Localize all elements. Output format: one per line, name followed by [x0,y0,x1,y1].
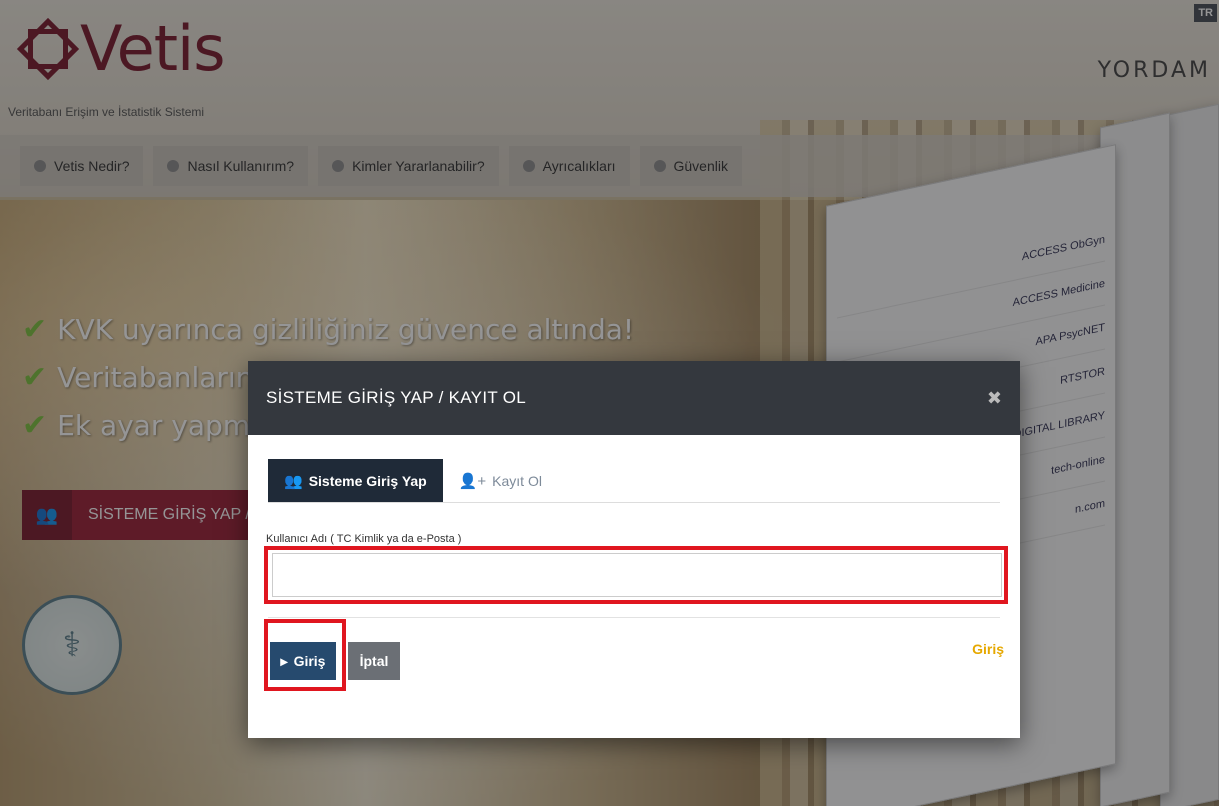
highlight-outline [264,619,346,691]
username-label: Kullanıcı Adı ( TC Kimlik ya da e-Posta … [266,533,462,545]
highlight-outline [264,546,1008,604]
divider [268,617,1000,618]
users-lock-icon: 👥 [284,472,303,490]
close-icon[interactable]: ✖ [987,388,1002,409]
modal-title: SİSTEME GİRİŞ YAP / KAYIT OL [266,388,527,407]
tab-label: Kayıt Ol [492,472,542,489]
tab-kayit-ol[interactable]: 👤+ Kayıt Ol [443,459,558,502]
tab-sisteme-giris[interactable]: 👥 Sisteme Giriş Yap [268,459,443,502]
modal-tabs: 👥 Sisteme Giriş Yap 👤+ Kayıt Ol [268,459,1000,503]
tab-label: Sisteme Giriş Yap [308,472,427,489]
cancel-button[interactable]: İptal [348,642,400,680]
modal-header: SİSTEME GİRİŞ YAP / KAYIT OL ✖ [248,361,1020,435]
login-modal: SİSTEME GİRİŞ YAP / KAYIT OL ✖ 👥 Sisteme… [248,361,1020,738]
login-link[interactable]: Giriş [972,641,1004,657]
user-add-icon: 👤+ [458,472,487,490]
